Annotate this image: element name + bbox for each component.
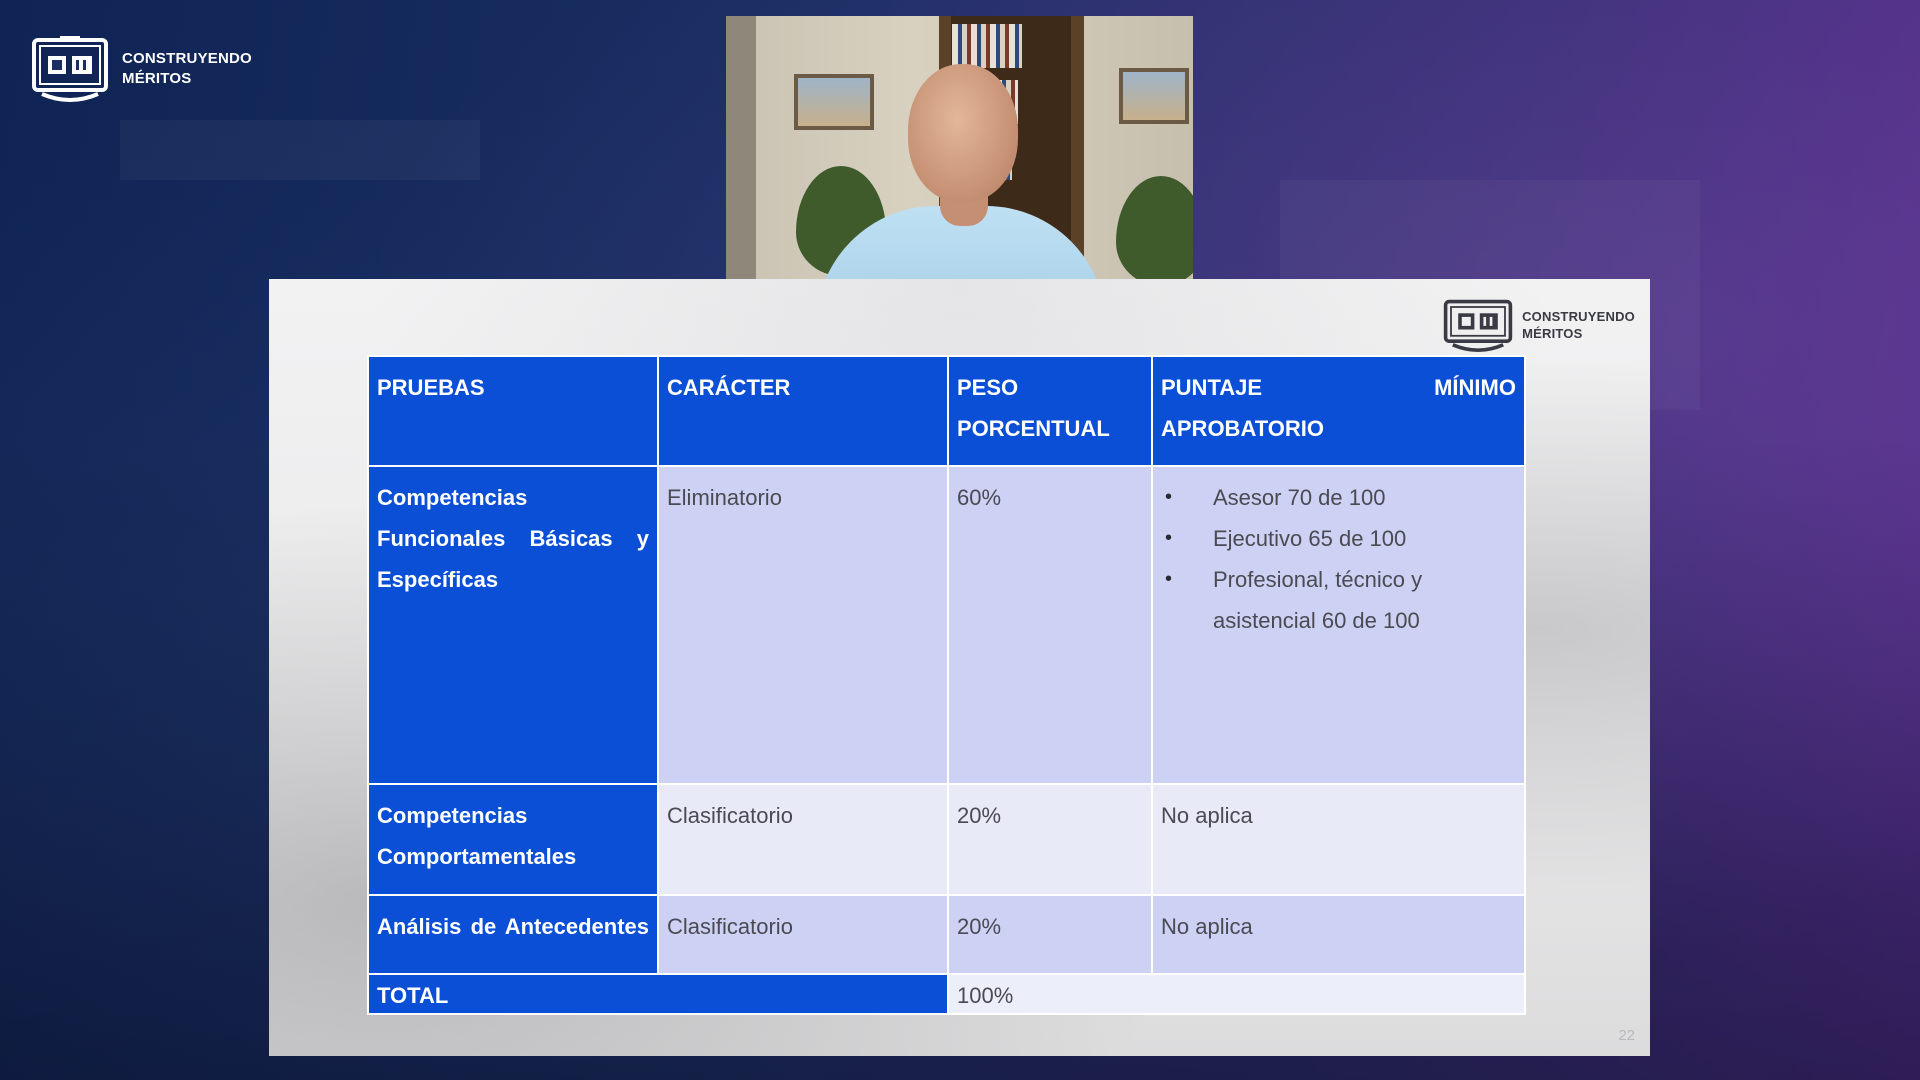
presenter-video bbox=[726, 16, 1193, 279]
table-row: Análisis de Antecedentes Clasificatorio … bbox=[367, 894, 1526, 975]
row-peso: 20% bbox=[947, 894, 1153, 975]
header-peso: PESO PORCENTUAL bbox=[947, 355, 1153, 467]
slide-book-cm-logo-icon bbox=[1442, 296, 1514, 354]
total-value: 100% bbox=[947, 973, 1526, 1015]
table-header-row: PRUEBAS CARÁCTER PESO PORCENTUAL PUNTAJE… bbox=[367, 355, 1526, 467]
wall-picture-right bbox=[1119, 68, 1189, 124]
row-peso: 60% bbox=[947, 465, 1153, 785]
slide-brand: CONSTRUYENDO MÉRITOS bbox=[1442, 296, 1635, 354]
slide-brand-line-1: CONSTRUYENDO bbox=[1522, 309, 1635, 324]
row-prueba: Competencias Funcionales Básicas y Espec… bbox=[367, 465, 659, 785]
row-puntaje: No aplica bbox=[1151, 894, 1526, 975]
header-caracter: CARÁCTER bbox=[657, 355, 949, 467]
slide-page-number: 22 bbox=[1618, 1027, 1635, 1044]
list-item: Asesor 70 de 100 bbox=[1161, 477, 1516, 518]
row-prueba: Competencias Comportamentales bbox=[367, 783, 659, 896]
brand-header: CONSTRUYENDO MÉRITOS bbox=[30, 34, 252, 104]
row-caracter: Clasificatorio bbox=[657, 894, 949, 975]
row-caracter: Clasificatorio bbox=[657, 783, 949, 896]
list-item: Ejecutivo 65 de 100 bbox=[1161, 518, 1516, 559]
header-puntaje-word: PUNTAJE bbox=[1161, 375, 1263, 400]
row-caracter: Eliminatorio bbox=[657, 465, 949, 785]
list-item: Profesional, técnico y asistencial 60 de… bbox=[1161, 559, 1516, 641]
puntaje-list: Asesor 70 de 100 Ejecutivo 65 de 100 Pro… bbox=[1161, 477, 1516, 641]
table-total-row: TOTAL 100% bbox=[367, 973, 1526, 1015]
header-puntaje: PUNTAJE MÍNIMO APROBATORIO bbox=[1151, 355, 1526, 467]
book-cm-logo-icon bbox=[30, 34, 110, 104]
presenter-head bbox=[908, 64, 1018, 202]
table-row: Competencias Funcionales Básicas y Espec… bbox=[367, 465, 1526, 785]
background-shape bbox=[120, 120, 480, 180]
row-puntaje: Asesor 70 de 100 Ejecutivo 65 de 100 Pro… bbox=[1151, 465, 1526, 785]
table-row: Competencias Comportamentales Clasificat… bbox=[367, 783, 1526, 896]
row-peso: 20% bbox=[947, 783, 1153, 896]
plant-right bbox=[1116, 176, 1193, 279]
total-label: TOTAL bbox=[367, 973, 949, 1015]
tests-table: PRUEBAS CARÁCTER PESO PORCENTUAL PUNTAJE… bbox=[367, 355, 1526, 1015]
slide-brand-line-2: MÉRITOS bbox=[1522, 326, 1583, 341]
row-puntaje: No aplica bbox=[1151, 783, 1526, 896]
presentation-slide: CONSTRUYENDO MÉRITOS PRUEBAS CARÁCTER PE… bbox=[269, 279, 1650, 1056]
header-pruebas: PRUEBAS bbox=[367, 355, 659, 467]
header-aprobatorio-word: APROBATORIO bbox=[1161, 416, 1324, 441]
header-minimo-word: MÍNIMO bbox=[1434, 375, 1516, 400]
brand-line-1: CONSTRUYENDO bbox=[122, 50, 252, 67]
row-prueba-text: Análisis de Antecedentes bbox=[377, 914, 649, 939]
wall-picture-left bbox=[794, 74, 874, 130]
row-prueba: Análisis de Antecedentes bbox=[367, 894, 659, 975]
brand-line-2: MÉRITOS bbox=[122, 70, 192, 87]
